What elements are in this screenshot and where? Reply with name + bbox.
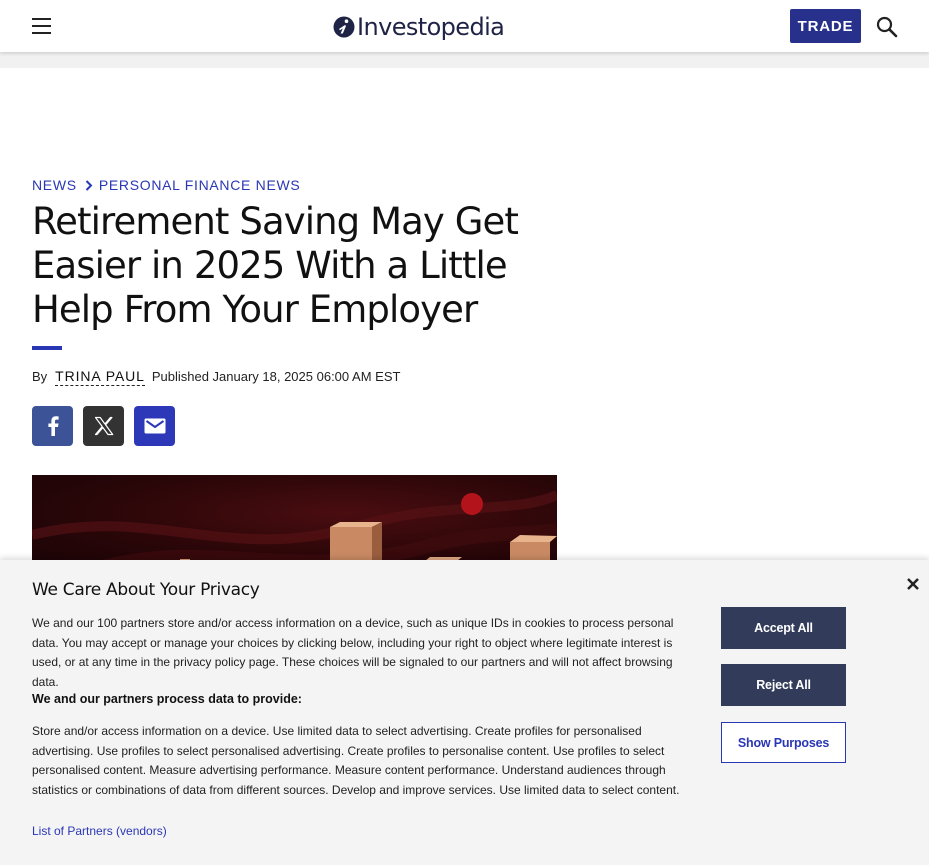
share-email-button[interactable] [134, 406, 175, 446]
consent-purposes-text: Store and/or access information on a dev… [32, 724, 680, 797]
consent-body-text: We and our 100 partners store and/or acc… [32, 616, 674, 689]
show-purposes-button[interactable]: Show Purposes [721, 722, 846, 763]
breadcrumb-news[interactable]: NEWS [32, 177, 77, 193]
author-link[interactable]: TRINA PAUL [55, 368, 145, 386]
accept-all-button[interactable]: Accept All [721, 607, 846, 649]
privacy-consent-banner: We Care About Your Privacy We and our 10… [0, 560, 929, 865]
chevron-right-icon [79, 178, 99, 192]
reject-all-button[interactable]: Reject All [721, 664, 846, 706]
hero-illustration [32, 490, 557, 570]
search-icon[interactable] [874, 14, 900, 40]
by-label: By [32, 369, 48, 384]
consent-title: We Care About Your Privacy [32, 580, 260, 600]
breadcrumb-personal-finance-news[interactable]: PERSONAL FINANCE NEWS [99, 177, 301, 193]
investopedia-i-logo-icon [333, 16, 355, 38]
consent-subheading: We and our partners process data to prov… [32, 692, 302, 706]
close-icon[interactable] [904, 575, 922, 593]
article-hero-image [32, 475, 557, 570]
x-twitter-icon [94, 416, 113, 436]
byline: By TRINA PAUL Published January 18, 2025… [32, 368, 400, 386]
breadcrumb: NEWS PERSONAL FINANCE NEWS [32, 177, 300, 193]
article-title: Retirement Saving May Get Easier in 2025… [32, 200, 519, 331]
partners-list-link[interactable]: List of Partners (vendors) [32, 824, 167, 838]
email-icon [144, 418, 165, 434]
hamburger-menu-icon[interactable] [30, 15, 54, 37]
site-header: Investopedia TRADE [0, 0, 929, 52]
share-facebook-button[interactable] [32, 406, 73, 446]
ad-placeholder-strip [0, 52, 929, 68]
facebook-icon [47, 416, 59, 436]
logo-text: Investopedia [357, 13, 505, 41]
share-x-button[interactable] [83, 406, 124, 446]
site-logo[interactable]: Investopedia [333, 11, 505, 43]
published-date: Published January 18, 2025 06:00 AM EST [151, 369, 401, 384]
trade-button[interactable]: TRADE [790, 9, 861, 43]
title-accent-rule [32, 346, 62, 350]
